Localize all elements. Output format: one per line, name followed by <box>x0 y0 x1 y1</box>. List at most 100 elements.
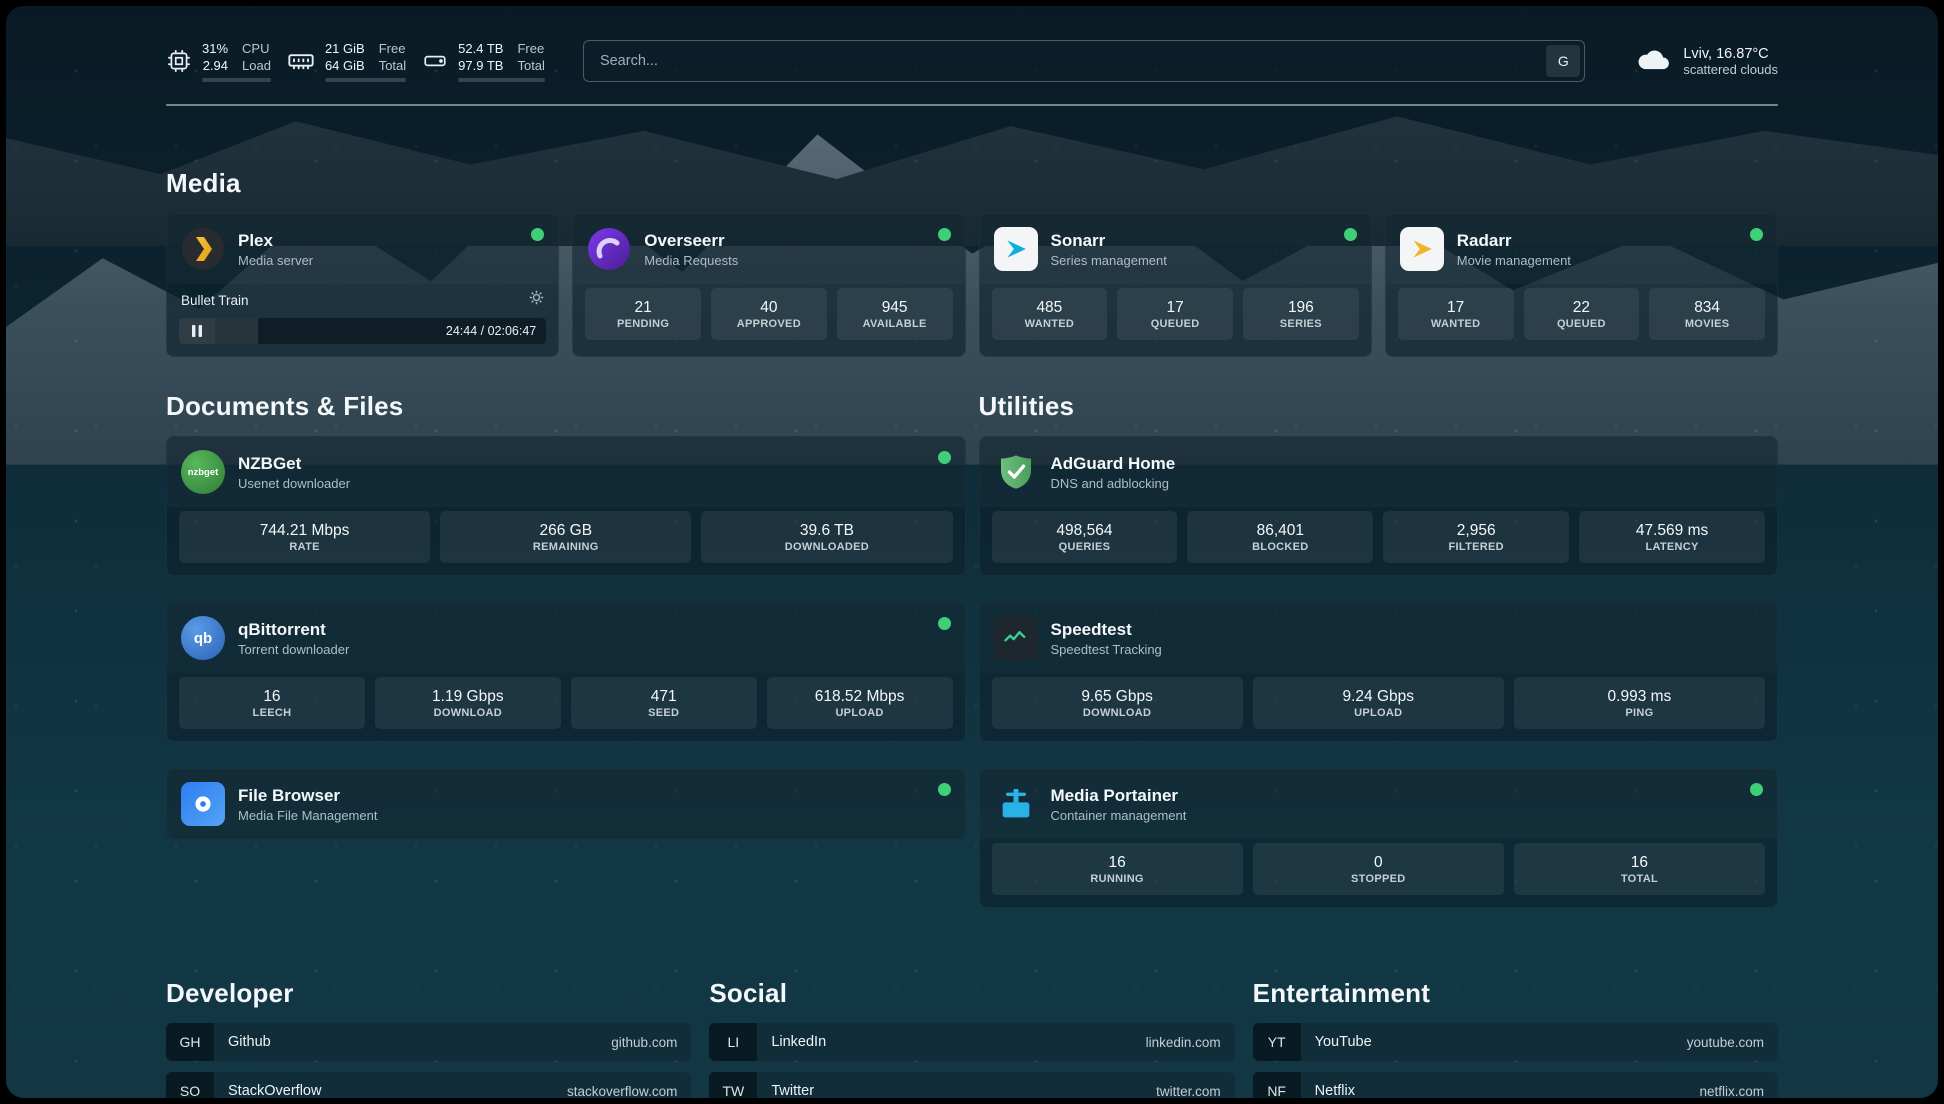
stat-tile: 266 GB REMAINING <box>440 511 691 563</box>
stat-value: 196 <box>1288 299 1314 317</box>
bookmark-url: twitter.com <box>1156 1084 1235 1099</box>
cpu-widget: 31% CPU 2.94 Load <box>166 40 271 82</box>
header-divider <box>166 104 1778 106</box>
weather-location: Lviv, 16.87°C <box>1683 46 1778 62</box>
cpu-load-label: Load <box>242 57 271 74</box>
status-dot <box>1344 228 1357 241</box>
filebrowser-icon <box>181 782 225 826</box>
stat-label: PING <box>1625 707 1653 719</box>
bookmark-youtube[interactable]: YT YouTube youtube.com <box>1253 1023 1778 1061</box>
status-dot <box>938 228 951 241</box>
disk-bar <box>458 78 545 82</box>
stat-tile: 485 WANTED <box>992 288 1108 340</box>
app-name: AdGuard Home <box>1051 454 1176 474</box>
memory-widget: 21 GiB Free 64 GiB Total <box>287 40 406 82</box>
stat-tile: 498,564 QUERIES <box>992 511 1178 563</box>
sonarr-card[interactable]: Sonarr Series management 485 WANTED 17 Q… <box>979 213 1372 357</box>
app-subtitle: Usenet downloader <box>238 476 350 491</box>
stat-label: SEED <box>648 707 679 719</box>
bookmark-abbr: TW <box>709 1072 757 1098</box>
now-playing-title: Bullet Train <box>181 293 249 308</box>
app-subtitle: Container management <box>1051 808 1187 823</box>
stat-value: 16 <box>1631 854 1648 872</box>
portainer-card[interactable]: Media Portainer Container management 16 … <box>979 768 1779 908</box>
search-input[interactable] <box>588 53 1546 69</box>
overseerr-card[interactable]: Overseerr Media Requests 21 PENDING 40 A… <box>572 213 965 357</box>
stat-label: DOWNLOAD <box>1083 707 1151 719</box>
gear-icon[interactable] <box>529 290 544 310</box>
stat-tile: 9.65 Gbps DOWNLOAD <box>992 677 1243 729</box>
stat-tile: 21 PENDING <box>585 288 701 340</box>
bookmark-group-developer: Developer GH Github github.com SO StackO… <box>166 978 691 1098</box>
bookmark-group-entertainment: Entertainment YT YouTube youtube.com NF … <box>1253 978 1778 1098</box>
stat-value: 834 <box>1694 299 1720 317</box>
stat-value: 40 <box>760 299 777 317</box>
status-dot <box>938 783 951 796</box>
stat-value: 945 <box>882 299 908 317</box>
app-name: File Browser <box>238 786 377 806</box>
stat-value: 0 <box>1374 854 1383 872</box>
bookmark-url: stackoverflow.com <box>567 1084 691 1099</box>
memory-bar <box>325 78 406 82</box>
pause-button[interactable] <box>179 318 215 344</box>
top-bar: 31% CPU 2.94 Load 21 <box>166 40 1778 82</box>
speedtest-icon <box>994 616 1038 660</box>
app-subtitle: Media Requests <box>644 253 738 268</box>
bookmark-abbr: NF <box>1253 1072 1301 1098</box>
app-subtitle: Media File Management <box>238 808 377 823</box>
app-name: Overseerr <box>644 231 738 251</box>
memory-free: 21 GiB <box>325 40 365 57</box>
radarr-icon <box>1400 227 1444 271</box>
stat-value: 0.993 ms <box>1608 688 1672 706</box>
qbittorrent-card[interactable]: qb qBittorrent Torrent downloader 16 LEE… <box>166 602 966 742</box>
stat-label: AVAILABLE <box>863 318 927 330</box>
stat-label: SERIES <box>1280 318 1322 330</box>
bookmark-twitter[interactable]: TW Twitter twitter.com <box>709 1072 1234 1098</box>
adguard-card[interactable]: AdGuard Home DNS and adblocking 498,564 … <box>979 436 1779 576</box>
stat-label: STOPPED <box>1351 873 1405 885</box>
dashboard-screen: 31% CPU 2.94 Load 21 <box>6 6 1938 1098</box>
radarr-card[interactable]: Radarr Movie management 17 WANTED 22 QUE… <box>1385 213 1778 357</box>
stat-label: FILTERED <box>1449 541 1504 553</box>
app-subtitle: Speedtest Tracking <box>1051 642 1162 657</box>
bookmark-abbr: YT <box>1253 1023 1301 1061</box>
playback-progress-bar: 24:44 / 02:06:47 <box>179 318 546 344</box>
stat-value: 17 <box>1447 299 1464 317</box>
bookmark-netflix[interactable]: NF Netflix netflix.com <box>1253 1072 1778 1098</box>
section-title-developer: Developer <box>166 978 691 1009</box>
filebrowser-card[interactable]: File Browser Media File Management <box>166 768 966 840</box>
bookmark-github[interactable]: GH Github github.com <box>166 1023 691 1061</box>
bookmark-abbr: SO <box>166 1072 214 1098</box>
stat-label: WANTED <box>1431 318 1480 330</box>
app-name: Media Portainer <box>1051 786 1187 806</box>
weather-widget: Lviv, 16.87°C scattered clouds <box>1635 46 1778 77</box>
stat-value: 498,564 <box>1056 522 1112 540</box>
section-title-media: Media <box>166 168 1778 199</box>
bookmark-name: Twitter <box>757 1083 1156 1098</box>
stat-value: 1.19 Gbps <box>432 688 504 706</box>
search-engine-button[interactable]: G <box>1546 45 1580 77</box>
stat-tile: 22 QUEUED <box>1524 288 1640 340</box>
overseerr-icon <box>587 227 631 271</box>
stat-value: 47.569 ms <box>1636 522 1708 540</box>
stat-tile: 16 RUNNING <box>992 843 1243 895</box>
bookmark-url: netflix.com <box>1699 1084 1778 1099</box>
bookmark-url: github.com <box>611 1035 691 1050</box>
bookmark-stackoverflow[interactable]: SO StackOverflow stackoverflow.com <box>166 1072 691 1098</box>
disk-total-label: Total <box>517 57 544 74</box>
speedtest-card[interactable]: Speedtest Speedtest Tracking 9.65 Gbps D… <box>979 602 1779 742</box>
plex-card[interactable]: Plex Media server Bullet Train <box>166 213 559 357</box>
stat-tile: 1.19 Gbps DOWNLOAD <box>375 677 561 729</box>
stat-label: MOVIES <box>1685 318 1730 330</box>
app-subtitle: Media server <box>238 253 313 268</box>
stat-value: 2,956 <box>1457 522 1496 540</box>
stat-tile: 39.6 TB DOWNLOADED <box>701 511 952 563</box>
stat-tile: 86,401 BLOCKED <box>1187 511 1373 563</box>
stat-value: 9.65 Gbps <box>1081 688 1153 706</box>
stat-tile: 40 APPROVED <box>711 288 827 340</box>
nzbget-card[interactable]: nzbget NZBGet Usenet downloader 744.21 M… <box>166 436 966 576</box>
nzbget-icon: nzbget <box>181 450 225 494</box>
stat-label: RUNNING <box>1090 873 1143 885</box>
bookmark-linkedin[interactable]: LI LinkedIn linkedin.com <box>709 1023 1234 1061</box>
memory-free-label: Free <box>379 40 406 57</box>
